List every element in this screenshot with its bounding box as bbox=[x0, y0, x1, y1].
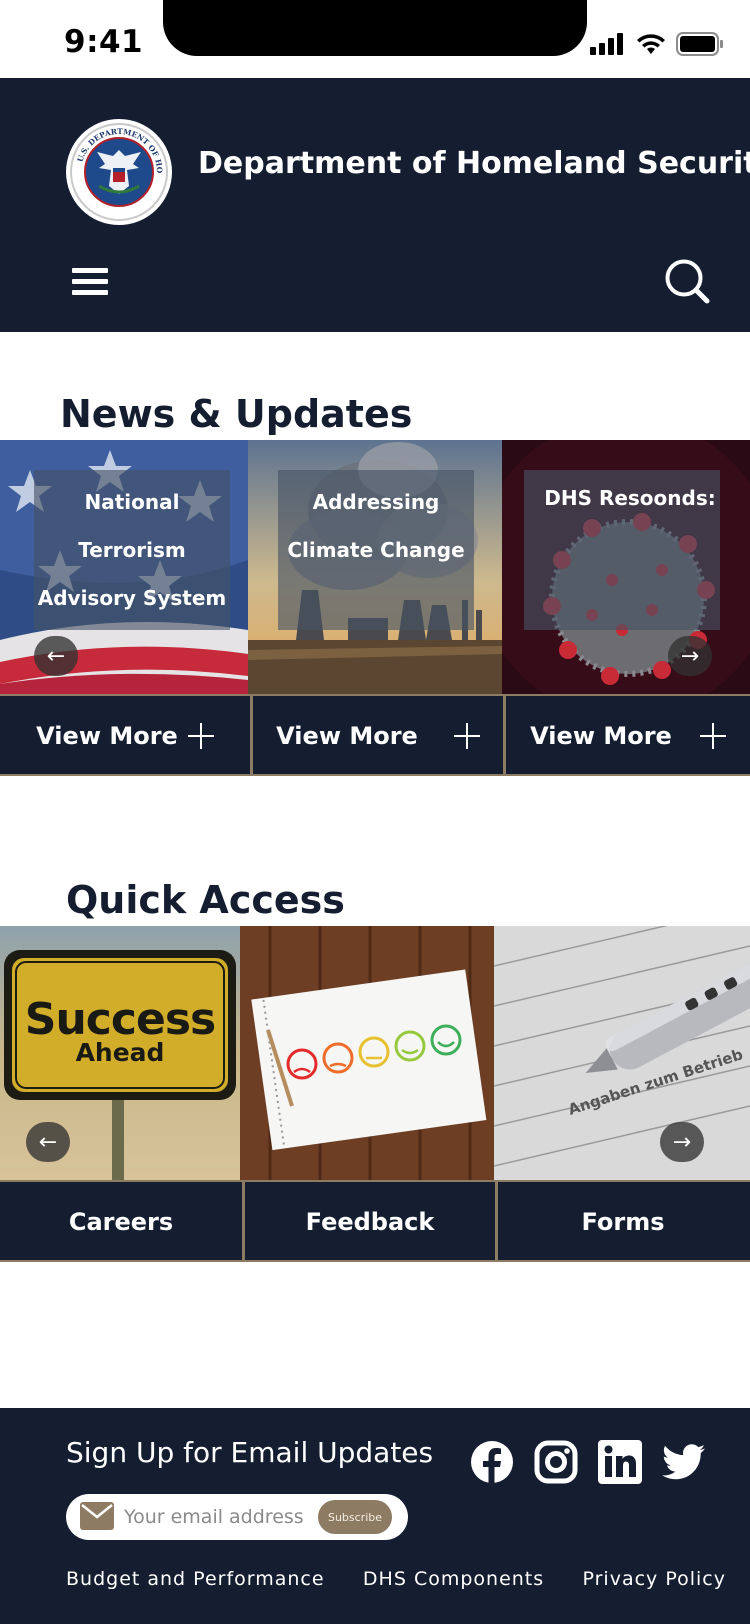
news-carousel: National Terrorism Advisory System ← Add… bbox=[0, 440, 750, 696]
feedback-image[interactable] bbox=[240, 926, 494, 1182]
careers-image[interactable]: Success Ahead ← bbox=[0, 926, 240, 1182]
carousel-next-arrow-icon[interactable]: → bbox=[668, 636, 712, 676]
news-section-title: News & Updates bbox=[60, 392, 413, 436]
quick-access-forms-button[interactable]: Forms bbox=[498, 1182, 748, 1262]
linkedin-icon[interactable] bbox=[598, 1440, 642, 1484]
news-card-climate[interactable]: Addressing Climate Change bbox=[248, 440, 502, 696]
status-icons bbox=[590, 30, 724, 58]
footer-link-privacy[interactable]: Privacy Policy bbox=[583, 1568, 726, 1590]
news-card-title: DHS Resoonds: bbox=[544, 486, 716, 510]
view-more-button[interactable]: View More bbox=[253, 696, 503, 776]
forms-image[interactable]: Angaben zum Betrieb → bbox=[494, 926, 750, 1182]
search-icon[interactable] bbox=[664, 258, 710, 304]
footer-link-components[interactable]: DHS Components bbox=[363, 1568, 544, 1590]
instagram-icon[interactable] bbox=[534, 1440, 578, 1484]
footer-links: Budget and Performance DHS Components Pr… bbox=[66, 1568, 726, 1590]
quick-access-carousel: Success Ahead ← Angaben zum Betrieb → bbox=[0, 926, 750, 1182]
email-signup-form: Subscribe bbox=[66, 1494, 408, 1540]
hamburger-menu-icon[interactable] bbox=[72, 268, 108, 298]
device-notch bbox=[163, 0, 587, 56]
quick-access-labels: Careers Feedback Forms bbox=[0, 1180, 750, 1262]
news-card-terrorism[interactable]: National Terrorism Advisory System ← bbox=[0, 440, 248, 696]
site-title: Department of Homeland Security bbox=[198, 146, 750, 181]
plus-icon bbox=[187, 723, 214, 749]
view-more-button[interactable]: View More bbox=[506, 696, 750, 776]
carousel-prev-arrow-icon[interactable]: ← bbox=[26, 1122, 70, 1162]
footer-link-budget[interactable]: Budget and Performance bbox=[66, 1568, 325, 1590]
sign-text-ahead: Ahead bbox=[75, 1038, 165, 1067]
facebook-icon[interactable] bbox=[470, 1440, 514, 1484]
news-view-more-bar: View More View More View More bbox=[0, 694, 750, 776]
news-card-title: Addressing Climate Change bbox=[287, 490, 465, 562]
plus-icon bbox=[453, 723, 480, 749]
email-input[interactable] bbox=[124, 1500, 308, 1534]
view-more-button[interactable]: View More bbox=[0, 696, 250, 776]
news-card-title: National Terrorism Advisory System bbox=[37, 490, 227, 610]
cellular-signal-icon bbox=[590, 33, 623, 55]
carousel-prev-arrow-icon[interactable]: ← bbox=[34, 636, 78, 676]
wifi-icon bbox=[637, 34, 665, 54]
plus-icon bbox=[699, 723, 726, 749]
email-signup-title: Sign Up for Email Updates bbox=[66, 1436, 434, 1469]
dhs-seal-logo[interactable]: U.S. DEPARTMENT OF HOMELAND SECURITY bbox=[66, 119, 172, 225]
status-time: 9:41 bbox=[64, 24, 144, 60]
subscribe-button[interactable]: Subscribe bbox=[318, 1500, 392, 1534]
news-card-covid[interactable]: DHS Resoonds: → bbox=[502, 440, 750, 696]
status-bar: 9:41 bbox=[0, 0, 750, 78]
carousel-next-arrow-icon[interactable]: → bbox=[660, 1122, 704, 1162]
battery-icon bbox=[676, 32, 723, 56]
quick-access-careers-button[interactable]: Careers bbox=[0, 1182, 242, 1262]
mail-icon bbox=[80, 1502, 114, 1530]
quick-access-feedback-button[interactable]: Feedback bbox=[245, 1182, 495, 1262]
quick-access-title: Quick Access bbox=[66, 878, 345, 922]
twitter-icon[interactable] bbox=[662, 1440, 706, 1484]
